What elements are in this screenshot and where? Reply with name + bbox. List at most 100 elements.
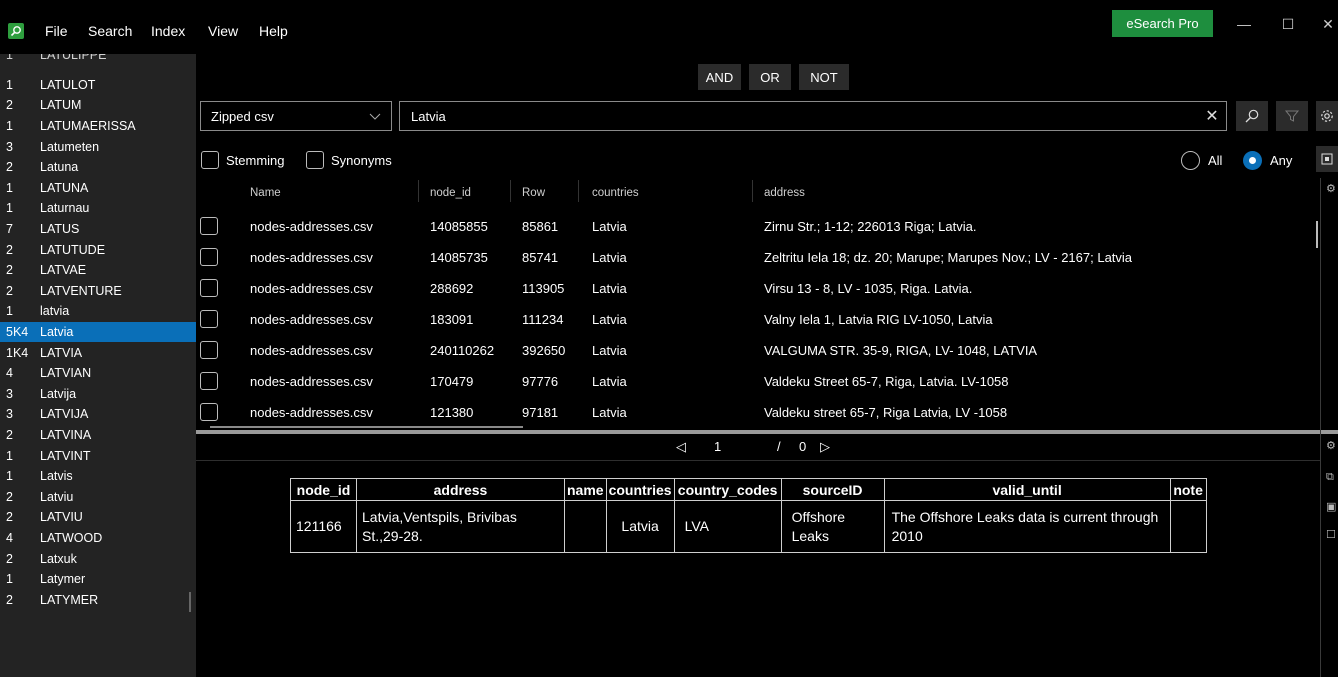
sidebar-item[interactable]: 1 LATUNA [0, 178, 196, 199]
sidebar-item[interactable]: 2 LATUTUDE [0, 239, 196, 260]
row-checkbox[interactable] [200, 217, 218, 235]
cell-node-id[interactable]: 240110262 [430, 343, 494, 358]
menu-index[interactable]: Index [151, 23, 185, 39]
sidebar-item[interactable]: 4 LATWOOD [0, 528, 196, 549]
row-checkbox[interactable] [200, 279, 218, 297]
sidebar-item[interactable]: 2 LATUM [0, 95, 196, 116]
sidebar-item[interactable]: 1 LATUMAERISSA [0, 116, 196, 137]
all-radio[interactable] [1181, 151, 1200, 170]
sidebar-item[interactable]: 1 Latymer [0, 569, 196, 590]
cell-node-id[interactable]: 14085735 [430, 250, 488, 265]
cell-node-id[interactable]: 288692 [430, 281, 473, 296]
sidebar-item[interactable]: 1 Latvis [0, 466, 196, 487]
cell-countries[interactable]: Latvia [592, 281, 627, 296]
not-button[interactable]: NOT [799, 64, 849, 90]
sidebar-item[interactable]: 5K4 Latvia [0, 321, 196, 343]
sidebar-item[interactable]: 2 LATVIU [0, 507, 196, 528]
row-checkbox[interactable] [200, 248, 218, 266]
cell-row[interactable]: 85861 [522, 219, 558, 234]
gear-icon[interactable]: ⚙ [1326, 439, 1338, 453]
sidebar-item[interactable]: 1 latvia [0, 301, 196, 322]
sidebar-item[interactable]: 2 Latuna [0, 157, 196, 178]
menu-file[interactable]: File [45, 23, 68, 39]
menu-search[interactable]: Search [88, 23, 132, 39]
cell-countries[interactable]: Latvia [592, 250, 627, 265]
row-checkbox[interactable] [200, 310, 218, 328]
horizontal-scrollbar[interactable] [210, 426, 523, 428]
sidebar-item[interactable]: 2 LATVINA [0, 425, 196, 446]
synonyms-checkbox[interactable] [306, 151, 324, 169]
field-select[interactable]: Zipped csv [200, 101, 392, 131]
cell-row[interactable]: 111234 [522, 312, 563, 327]
row-checkbox[interactable] [200, 372, 218, 390]
cell-name[interactable]: nodes-addresses.csv [250, 405, 373, 420]
cell-node-id[interactable]: 14085855 [430, 219, 488, 234]
sidebar-item[interactable]: 3 Latvija [0, 384, 196, 405]
sidebar-item[interactable]: 2 Latviu [0, 487, 196, 508]
term-list[interactable]: 1 LATULIPPE 1 LATULOT 2 LATUM 1 LATUMAERISSA 3 La… [0, 54, 196, 677]
cell-countries[interactable]: Latvia [592, 374, 627, 389]
preview-pane-button[interactable] [1316, 146, 1338, 172]
row-checkbox[interactable] [200, 341, 218, 359]
window-icon[interactable]: ☐ [1326, 528, 1338, 542]
sidebar-item[interactable]: 1 LATULOT [0, 75, 196, 96]
cell-address[interactable]: VALGUMA STR. 35-9, RIGA, LV- 1048, LATVI… [764, 343, 1037, 358]
sidebar-item[interactable]: 1 LATULIPPE [0, 54, 196, 75]
sidebar-item[interactable]: 2 LATVAE [0, 260, 196, 281]
cell-name[interactable]: nodes-addresses.csv [250, 250, 373, 265]
column-header-countries[interactable]: countries [592, 187, 639, 199]
esearch-pro-button[interactable]: eSearch Pro [1112, 10, 1213, 37]
cell-countries[interactable]: Latvia [592, 343, 627, 358]
cell-node-id[interactable]: 170479 [430, 374, 473, 389]
column-header-address[interactable]: address [764, 187, 805, 199]
row-checkbox[interactable] [200, 403, 218, 421]
search-input[interactable] [399, 101, 1227, 131]
sidebar-item[interactable]: 1K4 LATVIA [0, 342, 196, 363]
column-divider[interactable] [578, 180, 579, 202]
cell-row[interactable]: 97181 [522, 405, 558, 420]
sidebar-item[interactable]: 2 Latxuk [0, 548, 196, 569]
cell-name[interactable]: nodes-addresses.csv [250, 312, 373, 327]
sidebar-item[interactable]: 4 LATVIAN [0, 363, 196, 384]
column-header-node-id[interactable]: node_id [430, 187, 471, 199]
column-header-name[interactable]: Name [250, 187, 281, 199]
cell-address[interactable]: Valdeku street 65-7, Riga Latvia, LV -10… [764, 405, 1007, 420]
sidebar-item[interactable]: 2 LATVENTURE [0, 281, 196, 302]
pane-splitter[interactable] [196, 430, 1338, 434]
or-button[interactable]: OR [749, 64, 791, 90]
cell-row[interactable]: 392650 [522, 343, 565, 358]
stemming-checkbox[interactable] [201, 151, 219, 169]
preview-pane-icon[interactable]: ▣ [1326, 500, 1338, 514]
menu-view[interactable]: View [208, 23, 238, 39]
cell-name[interactable]: nodes-addresses.csv [250, 281, 373, 296]
sidebar-item[interactable]: 7 LATUS [0, 219, 196, 240]
sidebar-item[interactable]: 2 LATYMER [0, 590, 196, 611]
cell-name[interactable]: nodes-addresses.csv [250, 343, 373, 358]
sidebar-item[interactable]: 1 Laturnau [0, 198, 196, 219]
column-header-row[interactable]: Row [522, 187, 545, 199]
close-button[interactable]: ✕ [1318, 14, 1338, 34]
sidebar-item[interactable]: 3 LATVIJA [0, 404, 196, 425]
column-divider[interactable] [418, 180, 419, 202]
cell-address[interactable]: Zeltritu Iela 18; dz. 20; Marupe; Marupe… [764, 250, 1132, 265]
cell-countries[interactable]: Latvia [592, 219, 627, 234]
minimize-button[interactable]: — [1234, 14, 1254, 34]
column-divider[interactable] [752, 180, 753, 202]
cell-countries[interactable]: Latvia [592, 312, 627, 327]
sidebar-scrollbar[interactable] [189, 592, 191, 612]
cell-address[interactable]: Virsu 13 - 8, LV - 1035, Riga. Latvia. [764, 281, 972, 296]
cell-name[interactable]: nodes-addresses.csv [250, 219, 373, 234]
cell-address[interactable]: Zirnu Str.; 1-12; 226013 Riga; Latvia. [764, 219, 976, 234]
settings-button[interactable] [1316, 101, 1338, 131]
vertical-scrollbar[interactable] [1316, 221, 1318, 248]
sidebar-item[interactable]: 3 Latumeten [0, 136, 196, 157]
cell-address[interactable]: Valny Iela 1, Latvia RIG LV-1050, Latvia [764, 312, 993, 327]
filter-button[interactable] [1276, 101, 1308, 131]
search-button[interactable] [1236, 101, 1268, 131]
cell-row[interactable]: 85741 [522, 250, 558, 265]
cell-row[interactable]: 113905 [522, 281, 564, 296]
any-radio[interactable] [1243, 151, 1262, 170]
clear-search-button[interactable]: ✕ [1200, 103, 1224, 129]
cell-address[interactable]: Valdeku Street 65-7, Riga, Latvia. LV-10… [764, 374, 1009, 389]
next-page-button[interactable]: ▷ [820, 439, 830, 455]
